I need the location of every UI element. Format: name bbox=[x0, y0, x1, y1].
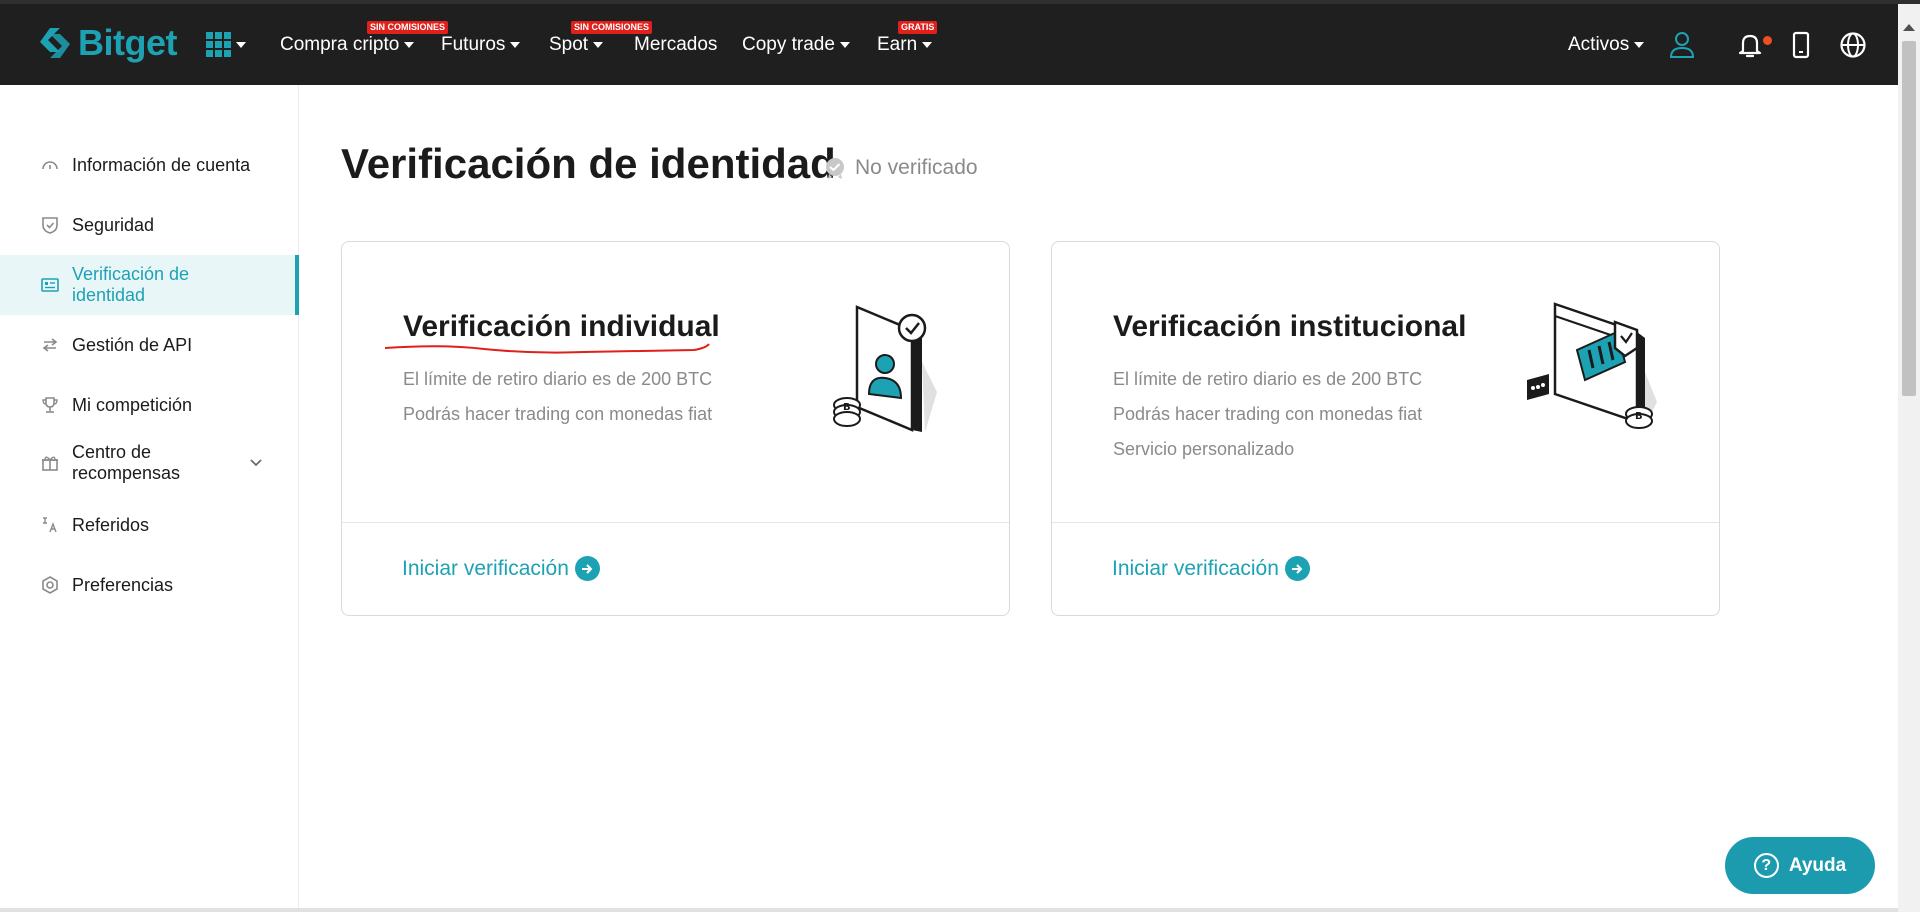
assets-menu[interactable]: Activos bbox=[1568, 34, 1645, 56]
sidebar-item-label: Preferencias bbox=[72, 574, 174, 595]
institution-illustration-icon: B bbox=[1527, 302, 1657, 429]
nav-earn[interactable]: Earn bbox=[877, 34, 933, 56]
red-underline-annotation bbox=[384, 343, 710, 354]
sidebar-item-preferences[interactable]: Preferencias bbox=[0, 565, 299, 605]
nav-compra-cripto[interactable]: Compra cripto bbox=[280, 34, 415, 56]
phone-user-illustration-icon: B bbox=[833, 305, 937, 432]
caret-down-icon bbox=[236, 41, 246, 48]
nav-mercados[interactable]: Mercados bbox=[634, 34, 717, 56]
sidebar-item-label: Mi competición bbox=[72, 394, 193, 415]
card-divider bbox=[1052, 522, 1719, 523]
caret-down-icon bbox=[839, 41, 850, 48]
caret-down-icon bbox=[593, 41, 604, 48]
account-sidebar: Información de cuenta Seguridad Verifica… bbox=[0, 85, 299, 912]
sidebar-item-label: Verificación de identidad bbox=[72, 264, 190, 305]
bell-icon[interactable] bbox=[1735, 30, 1765, 60]
help-label: Ayuda bbox=[1788, 854, 1847, 876]
window-bottom-strip bbox=[0, 908, 1898, 912]
caret-down-icon bbox=[922, 41, 933, 48]
user-icon[interactable] bbox=[1667, 30, 1697, 60]
card-title: Verificación institucional bbox=[1113, 310, 1467, 343]
arrow-right-circle-icon bbox=[1284, 556, 1310, 581]
nav-badge-spot: SIN COMISIONES bbox=[571, 21, 653, 34]
scroll-thumb[interactable] bbox=[1902, 41, 1916, 396]
shield-icon bbox=[42, 217, 58, 234]
nav-label: Copy trade bbox=[742, 34, 835, 55]
scroll-up-arrow-icon[interactable] bbox=[1903, 24, 1915, 31]
sidebar-item-api[interactable]: Gestión de API bbox=[0, 325, 299, 365]
grid-icon bbox=[206, 32, 231, 57]
card-feature-line: Servicio personalizado bbox=[1113, 439, 1295, 459]
help-button[interactable]: ? Ayuda bbox=[1725, 837, 1875, 894]
dashboard-icon bbox=[42, 161, 58, 170]
nav-label: Mercados bbox=[634, 34, 718, 55]
trophy-icon bbox=[42, 397, 58, 413]
chevron-down-icon[interactable] bbox=[249, 456, 263, 470]
apps-menu-button[interactable] bbox=[206, 32, 246, 57]
individual-verification-card[interactable]: Verificación individual El límite de ret… bbox=[341, 241, 1010, 616]
bitget-logo-icon bbox=[40, 28, 70, 58]
nav-spot[interactable]: Spot bbox=[549, 34, 604, 56]
assets-label: Activos bbox=[1568, 34, 1630, 55]
question-mark-icon: ? bbox=[1753, 853, 1779, 878]
sidebar-item-label: Información de cuenta bbox=[72, 154, 251, 175]
vertical-scrollbar[interactable] bbox=[1898, 4, 1920, 912]
top-nav-bar: Bitget SIN COMISIONES Compra cripto Futu… bbox=[0, 4, 1898, 85]
id-card-icon bbox=[41, 278, 59, 292]
sidebar-item-account-info[interactable]: Información de cuenta bbox=[0, 145, 299, 185]
nav-futuros[interactable]: Futuros bbox=[441, 34, 521, 56]
nav-label: Spot bbox=[549, 34, 589, 55]
link-label: Iniciar verificación bbox=[402, 556, 569, 580]
bitget-logo[interactable]: Bitget bbox=[36, 22, 178, 64]
notification-dot bbox=[1763, 36, 1772, 45]
status-text: No verificado bbox=[855, 156, 978, 179]
sidebar-item-label: Centro de recompensas bbox=[72, 442, 181, 483]
nav-badge-compra-cripto: SIN COMISIONES bbox=[367, 21, 449, 34]
caret-down-icon bbox=[404, 41, 415, 48]
link-label: Iniciar verificación bbox=[1112, 556, 1279, 580]
gift-icon bbox=[42, 456, 58, 471]
sidebar-item-security[interactable]: Seguridad bbox=[0, 205, 299, 245]
card-title: Verificación individual bbox=[403, 310, 720, 343]
arrow-right-circle-icon bbox=[574, 556, 600, 581]
sidebar-item-label: Referidos bbox=[72, 514, 150, 535]
nav-label: Compra cripto bbox=[280, 34, 400, 55]
page-title: Verificación de identidad bbox=[341, 140, 836, 187]
institutional-verification-card[interactable]: Verificación institucional El límite de … bbox=[1051, 241, 1720, 616]
verification-status: No verificado bbox=[823, 156, 978, 180]
card-feature-line: El límite de retiro diario es de 200 BTC bbox=[403, 369, 713, 389]
sidebar-item-label: Gestión de API bbox=[72, 334, 193, 355]
unverified-badge-icon bbox=[826, 158, 844, 179]
card-feature-line: Podrás hacer trading con monedas fiat bbox=[403, 404, 713, 424]
nav-label: Earn bbox=[877, 34, 918, 55]
sidebar-item-label: Seguridad bbox=[72, 214, 155, 235]
card-divider bbox=[342, 522, 1009, 523]
sidebar-item-competition[interactable]: Mi competición bbox=[0, 385, 299, 425]
svg-text:B: B bbox=[1635, 411, 1643, 422]
card-feature-line: Podrás hacer trading con monedas fiat bbox=[1113, 404, 1423, 424]
caret-down-icon bbox=[510, 41, 521, 48]
caret-down-icon bbox=[1634, 41, 1645, 48]
start-verification-link[interactable]: Iniciar verificación bbox=[1112, 556, 1310, 581]
start-verification-link[interactable]: Iniciar verificación bbox=[402, 556, 600, 581]
globe-icon[interactable] bbox=[1838, 30, 1868, 60]
card-feature-line: El límite de retiro diario es de 200 BTC bbox=[1113, 369, 1423, 389]
referral-icon bbox=[43, 517, 57, 533]
nav-badge-earn: GRATIS bbox=[898, 21, 938, 34]
sidebar-item-identity-verification[interactable]: Verificación de identidad bbox=[0, 255, 299, 315]
nav-label: Futuros bbox=[441, 34, 506, 55]
api-icon bbox=[42, 338, 58, 352]
sidebar-item-rewards-center[interactable]: Centro de recompensas bbox=[0, 438, 299, 488]
settings-hex-icon bbox=[42, 576, 58, 594]
svg-text:B: B bbox=[843, 402, 851, 413]
brand-name: Bitget bbox=[78, 22, 178, 63]
sidebar-item-referrals[interactable]: Referidos bbox=[0, 505, 299, 545]
mobile-icon[interactable] bbox=[1786, 30, 1816, 60]
nav-copy-trade[interactable]: Copy trade bbox=[742, 34, 850, 56]
